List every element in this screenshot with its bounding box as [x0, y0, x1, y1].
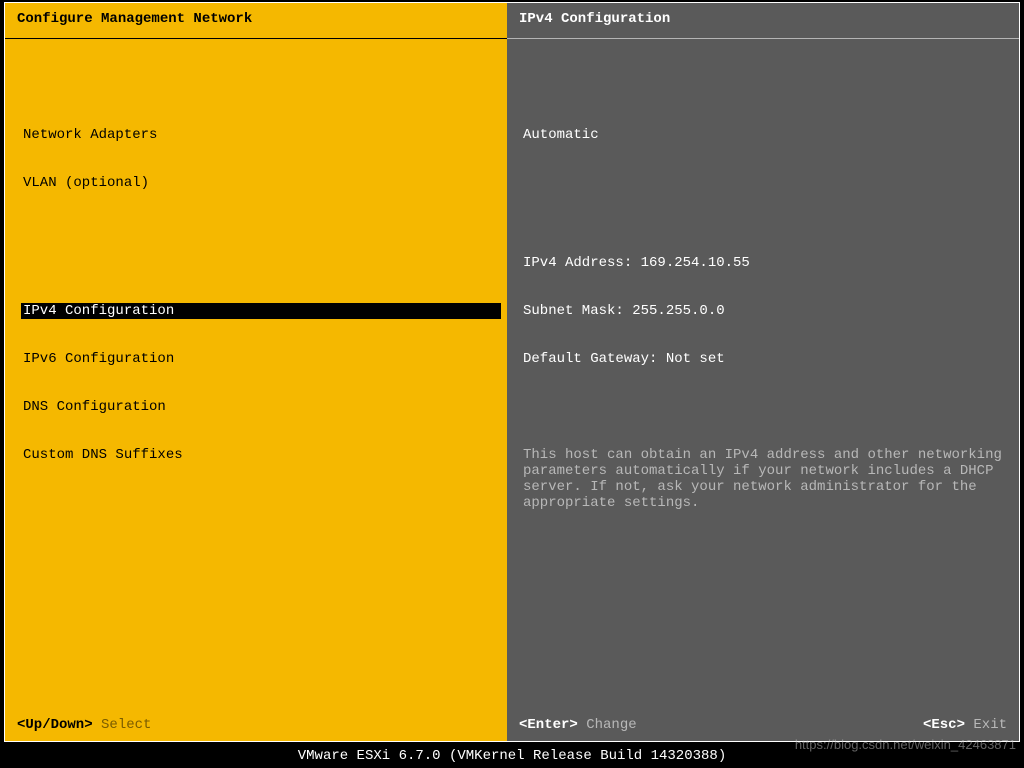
key-updown: <Up/Down>	[17, 717, 93, 733]
menu-item-custom-dns-suffixes[interactable]: Custom DNS Suffixes	[21, 447, 495, 463]
main-frame: Configure Management Network Network Ada…	[4, 2, 1020, 742]
left-pane-title: Configure Management Network	[5, 3, 507, 39]
menu-item-ipv6-config[interactable]: IPv6 Configuration	[21, 351, 495, 367]
nav-hint-enter: <Enter> Change	[519, 717, 637, 733]
right-pane-title: IPv4 Configuration	[507, 3, 1019, 39]
version-bar: VMware ESXi 6.7.0 (VMKernel Release Buil…	[0, 744, 1024, 768]
key-esc: <Esc>	[923, 717, 965, 733]
action-exit: Exit	[973, 717, 1007, 733]
esxi-dcui-screen: Configure Management Network Network Ada…	[0, 0, 1024, 768]
menu-item-dns-config[interactable]: DNS Configuration	[21, 399, 495, 415]
ipv4-address-line: IPv4 Address: 169.254.10.55	[523, 255, 1007, 271]
left-menu[interactable]: Network Adapters VLAN (optional) IPv4 Co…	[5, 39, 507, 713]
detail-body: Automatic IPv4 Address: 169.254.10.55 Su…	[507, 39, 1019, 713]
menu-group-adapters: Network Adapters VLAN (optional)	[21, 95, 495, 223]
right-pane: IPv4 Configuration Automatic IPv4 Addres…	[507, 3, 1019, 741]
ipv4-mode: Automatic	[523, 127, 1007, 143]
left-pane: Configure Management Network Network Ada…	[5, 3, 507, 741]
menu-group-config: IPv4 Configuration IPv6 Configuration DN…	[21, 271, 495, 495]
nav-hint-updown: <Up/Down> Select	[17, 717, 151, 733]
mode-block: Automatic	[523, 95, 1007, 175]
default-gateway-line: Default Gateway: Not set	[523, 351, 1007, 367]
menu-item-ipv4-config[interactable]: IPv4 Configuration	[21, 303, 501, 319]
menu-item-vlan[interactable]: VLAN (optional)	[21, 175, 495, 191]
nav-hint-esc: <Esc> Exit	[923, 717, 1007, 733]
menu-item-network-adapters[interactable]: Network Adapters	[21, 127, 495, 143]
action-select: Select	[101, 717, 151, 733]
action-change: Change	[586, 717, 636, 733]
address-block: IPv4 Address: 169.254.10.55 Subnet Mask:…	[523, 223, 1007, 399]
left-footer: <Up/Down> Select	[5, 713, 507, 741]
subnet-mask-line: Subnet Mask: 255.255.0.0	[523, 303, 1007, 319]
help-text: This host can obtain an IPv4 address and…	[523, 447, 1003, 511]
key-enter: <Enter>	[519, 717, 578, 733]
right-footer: <Enter> Change <Esc> Exit	[507, 713, 1019, 741]
